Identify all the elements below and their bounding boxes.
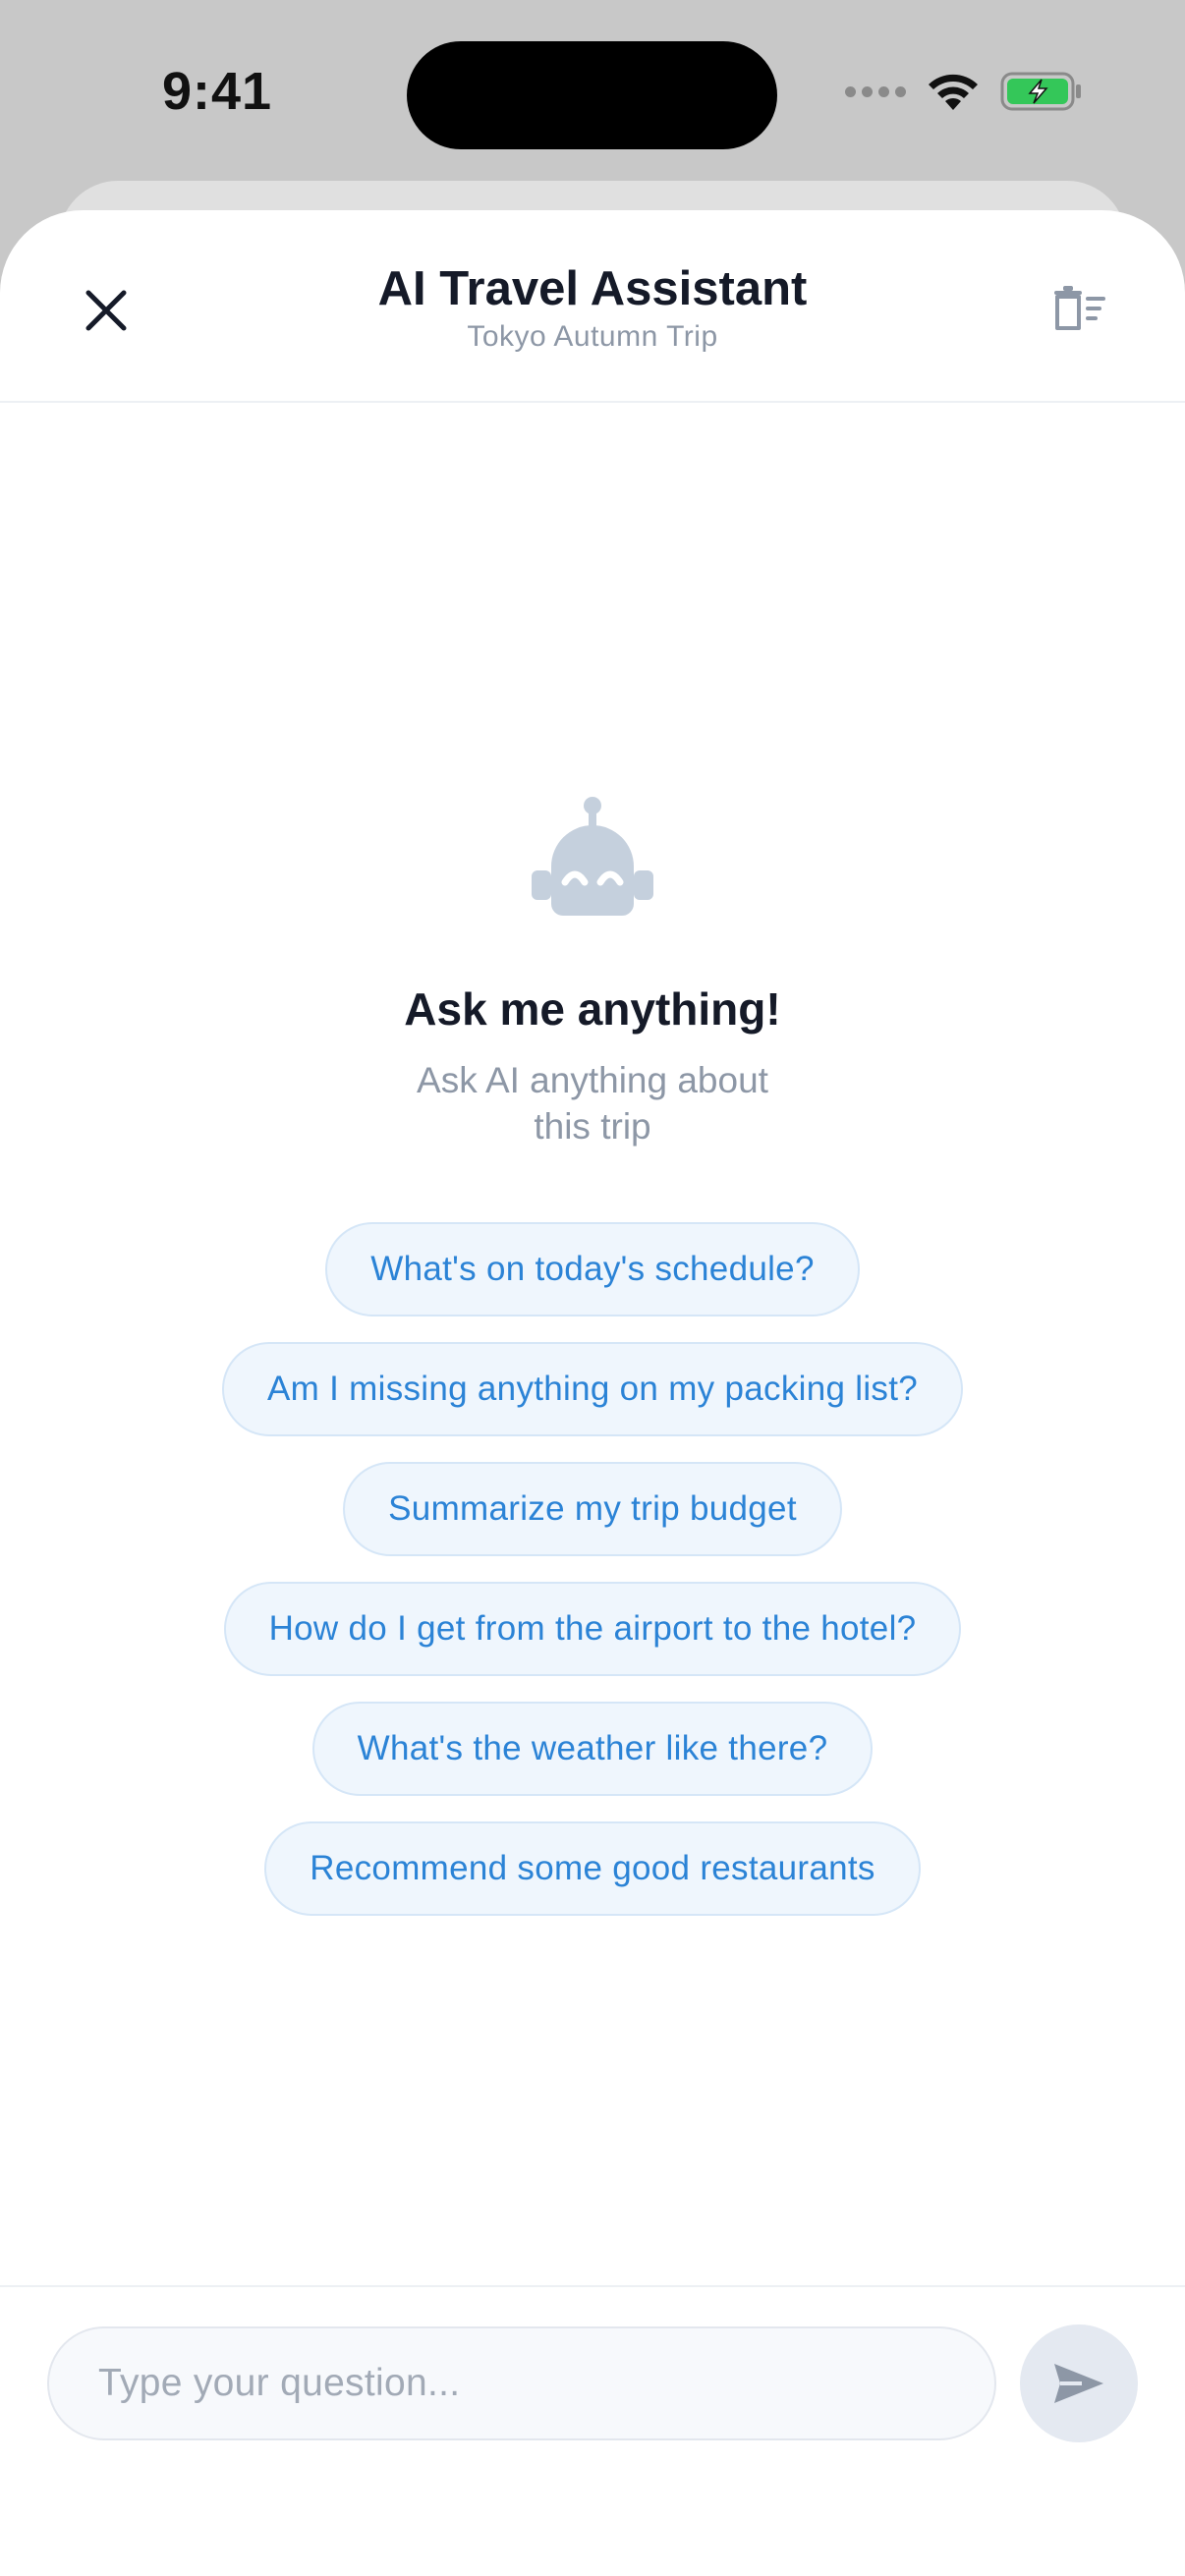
suggestion-chip-schedule[interactable]: What's on today's schedule? (325, 1222, 860, 1316)
suggestion-chip-airport[interactable]: How do I get from the airport to the hot… (223, 1582, 962, 1676)
suggestion-list: What's on today's schedule? Am I missing… (221, 1222, 964, 1916)
send-button[interactable] (1020, 2324, 1138, 2442)
trip-subtitle: Tokyo Autumn Trip (467, 320, 718, 353)
page-title: AI Travel Assistant (377, 262, 808, 315)
suggestion-chip-packing[interactable]: Am I missing anything on my packing list… (221, 1342, 964, 1436)
question-input[interactable]: Type your question... (47, 2326, 996, 2440)
empty-state-title: Ask me anything! (404, 983, 781, 1035)
empty-state-description: Ask AI anything about this trip (417, 1060, 768, 1147)
composer-bar: Type your question... (0, 2285, 1185, 2576)
app-screen: 9:41 AI Travel Assistant Tokyo Autumn Tr… (0, 0, 1185, 2576)
cellular-signal-icon (845, 85, 906, 97)
send-icon (1054, 2364, 1103, 2403)
suggestion-chip-restaurants[interactable]: Recommend some good restaurants (264, 1821, 921, 1916)
empty-state: Ask me anything! Ask AI anything about t… (0, 796, 1185, 1916)
status-time: 9:41 (162, 62, 273, 121)
sheet-header: AI Travel Assistant Tokyo Autumn Trip (0, 210, 1185, 403)
status-icons (845, 71, 1083, 112)
assistant-sheet: AI Travel Assistant Tokyo Autumn Trip As… (0, 210, 1185, 2576)
clear-chat-icon (1054, 286, 1105, 330)
robot-icon (532, 797, 653, 916)
suggestion-chip-budget[interactable]: Summarize my trip budget (343, 1462, 842, 1556)
dynamic-island (407, 41, 777, 149)
clear-chat-button[interactable] (1044, 273, 1114, 344)
suggestion-chip-weather[interactable]: What's the weather like there? (311, 1702, 874, 1796)
wifi-icon (929, 74, 978, 110)
battery-charging-icon (1000, 72, 1081, 111)
